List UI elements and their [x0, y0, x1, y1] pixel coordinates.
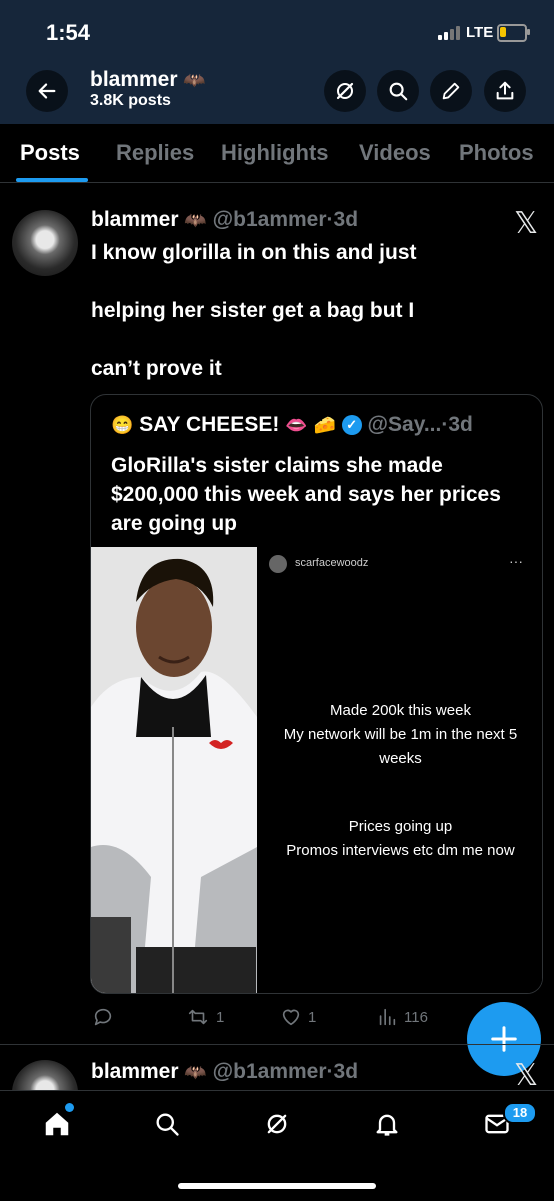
nav-home[interactable]: [42, 1103, 74, 1139]
author-name[interactable]: blammer: [91, 208, 179, 231]
image-text-block-1: Made 200k this week My network will be 1…: [259, 699, 542, 771]
status-bar: 1:54 LTE: [0, 0, 554, 60]
post-author: blammer 🦇 @b1ammer·3d: [91, 208, 358, 232]
profile-tabs: Posts Replies Highlights Videos Photos: [0, 124, 554, 183]
author-handle[interactable]: @b1ammer: [213, 208, 327, 231]
view-count: 116: [404, 1008, 428, 1026]
profile-posts-count: 3.8K posts: [90, 92, 171, 109]
author-handle[interactable]: @b1ammer: [213, 1060, 327, 1083]
more-icon: ···: [509, 553, 523, 569]
x-logo-icon: 𝕏: [514, 207, 539, 240]
pencil-icon: [442, 82, 460, 100]
views-button[interactable]: 116: [376, 1006, 428, 1028]
quote-author-handle: @Say...: [367, 413, 442, 436]
grok-icon: [267, 1114, 287, 1134]
image-text-line: My network will be 1m in the next 5: [283, 726, 518, 743]
lips-emoji-icon: 👄: [285, 415, 308, 435]
x-logo-icon: 𝕏: [514, 1059, 539, 1090]
network-type: LTE: [466, 24, 494, 41]
post-time: 3d: [333, 208, 359, 231]
uploader-avatar: [269, 555, 287, 573]
status-time: 1:54: [46, 20, 91, 45]
tab-posts[interactable]: Posts: [20, 140, 80, 166]
post-time: 3d: [333, 1060, 359, 1083]
messages-badge: 18: [503, 1102, 537, 1124]
tab-photos[interactable]: Photos: [459, 140, 534, 166]
repost-button[interactable]: 1: [186, 1006, 224, 1028]
search-icon: [156, 1113, 179, 1136]
quote-image[interactable]: scarfacewoodz ··· Made 200k this week My…: [91, 547, 542, 993]
nav-grok[interactable]: [262, 1109, 292, 1139]
like-button[interactable]: 1: [280, 1006, 316, 1028]
battery-icon: [497, 24, 530, 42]
home-icon: [45, 1112, 69, 1136]
bat-emoji-icon: 🦇: [184, 210, 207, 230]
post-text-line: helping her sister get a bag but I: [91, 299, 415, 322]
bell-icon: [376, 1114, 398, 1136]
verified-badge-icon: ✓: [341, 415, 362, 435]
signal-icon: [438, 26, 460, 40]
post-author: blammer 🦇 @b1ammer·3d: [91, 1060, 358, 1084]
text-image: scarfacewoodz ··· Made 200k this week My…: [259, 547, 542, 993]
grin-emoji-icon: 😁: [111, 415, 134, 435]
notification-dot: [65, 1103, 74, 1112]
cheese-emoji-icon: 🧀: [313, 415, 336, 435]
tab-replies[interactable]: Replies: [116, 140, 194, 166]
like-count: 1: [308, 1008, 317, 1026]
back-button[interactable]: [26, 70, 68, 112]
home-indicator: [178, 1183, 376, 1189]
quote-time: 3d: [448, 413, 473, 436]
reply-button[interactable]: [92, 1006, 120, 1028]
quote-header: 😁 SAY CHEESE! 👄 🧀 ✓ @Say...·3d: [111, 413, 473, 437]
grok-icon: [336, 82, 354, 100]
views-icon: [379, 1008, 396, 1026]
profile-header: blammer 🦇 3.8K posts: [0, 60, 554, 124]
bat-emoji-icon: 🦇: [184, 1062, 207, 1082]
repost-icon: [188, 1009, 208, 1025]
quote-text: GloRilla's sister claims she made $200,0…: [111, 454, 501, 535]
image-text-block-2: Prices going up Promos interviews etc dm…: [259, 815, 542, 863]
post-text-line: can’t prove it: [91, 357, 222, 380]
avatar[interactable]: [12, 1060, 78, 1090]
post-text: I know glorilla in on this and just help…: [91, 238, 541, 412]
tab-highlights[interactable]: Highlights: [221, 140, 329, 166]
image-text-line: weeks: [379, 750, 422, 767]
quote-author-name: SAY CHEESE!: [139, 413, 280, 436]
next-post[interactable]: blammer 🦇 @b1ammer·3d 𝕏: [0, 1044, 554, 1090]
person-illustration: [91, 547, 257, 993]
edit-button[interactable]: [430, 70, 472, 112]
arrow-left-icon: [38, 83, 56, 99]
image-text-line: Prices going up: [348, 818, 453, 835]
active-tab-indicator: [16, 178, 88, 182]
search-button[interactable]: [377, 70, 419, 112]
tab-videos[interactable]: Videos: [359, 140, 431, 166]
share-button[interactable]: [484, 70, 526, 112]
image-text-line: Made 200k this week: [330, 702, 471, 719]
person-photo: [91, 547, 257, 993]
search-icon: [389, 82, 408, 101]
nav-search[interactable]: [152, 1109, 182, 1139]
profile-name: blammer 🦇: [90, 68, 206, 91]
grok-button[interactable]: [324, 70, 366, 112]
separator: ·: [326, 1060, 334, 1083]
reply-icon: [94, 1008, 112, 1026]
avatar[interactable]: [12, 210, 78, 276]
bat-emoji-icon: 🦇: [183, 70, 206, 90]
share-icon: [496, 81, 514, 100]
separator: ·: [326, 208, 334, 231]
nav-notifications[interactable]: [372, 1109, 402, 1139]
author-name[interactable]: blammer: [91, 1060, 179, 1083]
image-username: scarfacewoodz: [295, 557, 369, 569]
quoted-post[interactable]: 😁 SAY CHEESE! 👄 🧀 ✓ @Say...·3d GloRilla'…: [90, 394, 543, 994]
heart-icon: [282, 1009, 300, 1026]
image-text-line: Promos interviews etc dm me now: [286, 842, 515, 859]
repost-count: 1: [216, 1008, 225, 1026]
post-text-line: I know glorilla in on this and just: [91, 241, 417, 264]
